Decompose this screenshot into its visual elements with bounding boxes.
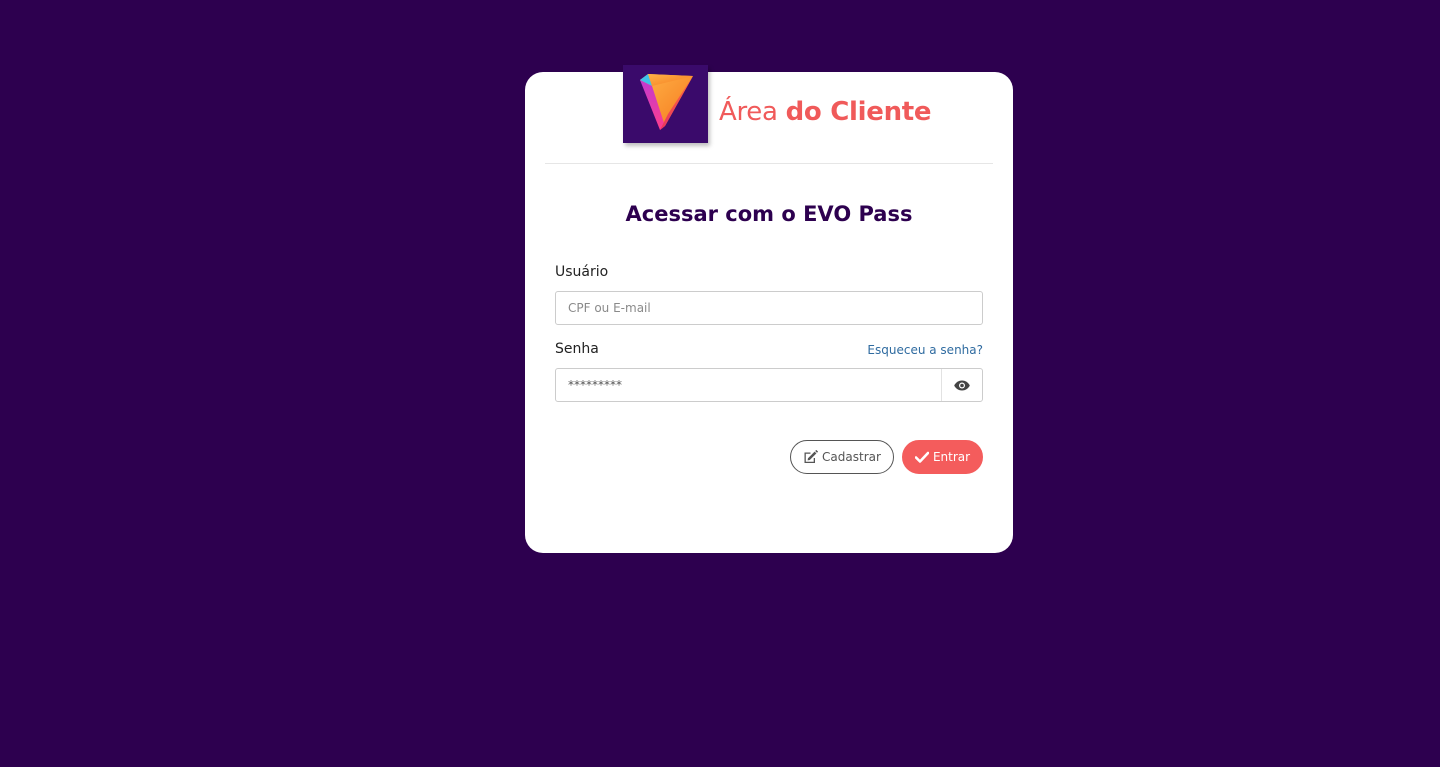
password-toggle-button[interactable] <box>941 369 982 401</box>
password-label: Senha <box>555 341 599 357</box>
password-input[interactable] <box>555 368 983 402</box>
brand-title-light: Área <box>719 97 778 127</box>
login-button-label: Entrar <box>932 450 971 464</box>
brand-title-bold: do Cliente <box>785 97 932 127</box>
login-card: Área do Cliente Acessar com o EVO Pass U… <box>525 65 1013 553</box>
brand-logo <box>623 65 708 143</box>
edit-icon <box>804 450 819 463</box>
forgot-password-link[interactable]: Esqueceu a senha? <box>867 343 983 357</box>
eye-icon <box>954 380 970 390</box>
login-button[interactable]: Entrar <box>902 440 983 474</box>
register-button[interactable]: Cadastrar <box>790 440 894 474</box>
check-icon <box>914 451 929 463</box>
header-divider <box>545 163 993 164</box>
user-input[interactable] <box>555 291 983 325</box>
user-label: Usuário <box>555 264 609 280</box>
page-title: Acessar com o EVO Pass <box>625 202 913 226</box>
register-button-label: Cadastrar <box>822 450 881 464</box>
brand-title: Área do Cliente <box>719 97 932 127</box>
evo-logo-icon <box>640 74 693 130</box>
